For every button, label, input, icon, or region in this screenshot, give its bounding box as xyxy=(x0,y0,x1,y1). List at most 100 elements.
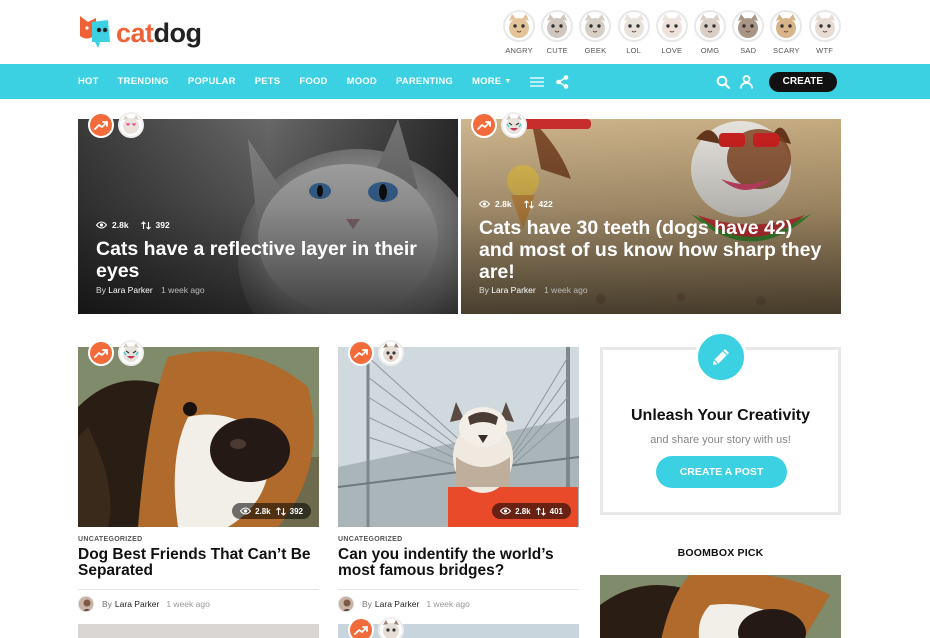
hero-post-1[interactable]: 2.8k 392 Cats have a reflective layer in… xyxy=(78,119,458,314)
reaction-label: SAD xyxy=(740,46,757,55)
beagle-closeup-photo: 2.8k 392 xyxy=(78,347,319,527)
nav-item-food[interactable]: FOOD xyxy=(299,76,327,87)
hero-post-title[interactable]: Cats have 30 teeth (dogs have 42) and mo… xyxy=(479,217,825,283)
post-card-2[interactable]: 2.8k 401 UNCATEGORIZED Can you indentify… xyxy=(338,347,579,612)
lol-cat-icon[interactable] xyxy=(501,112,527,138)
nav-item-hot[interactable]: HOT xyxy=(78,76,99,87)
reaction-cute[interactable]: CUTE xyxy=(538,10,576,55)
reaction-label: LOVE xyxy=(661,46,683,55)
post-title[interactable]: Can you indentify the world’s most famou… xyxy=(338,547,579,579)
create-a-post-button[interactable]: CREATE A POST xyxy=(656,456,787,488)
cta-subtitle: and share your story with us! xyxy=(650,434,791,446)
nav-item-popular[interactable]: POPULAR xyxy=(188,76,236,87)
views-count: 2.8k xyxy=(515,506,531,516)
post-stats: 2.8k 392 xyxy=(96,220,182,230)
author-avatar[interactable] xyxy=(78,596,94,612)
post-meta: By Lara Parker 1 week ago xyxy=(338,596,579,612)
post-meta: By Lara Parker 1 week ago xyxy=(479,285,588,295)
lol-cat-icon[interactable] xyxy=(118,340,144,366)
post-card-1[interactable]: 2.8k 392 UNCATEGORIZED Dog Best Friends … xyxy=(78,347,319,612)
shares-count: 422 xyxy=(538,199,553,209)
reaction-scary[interactable]: SCARY xyxy=(767,10,805,55)
by-label: By xyxy=(96,285,106,295)
love-cat-icon[interactable] xyxy=(118,112,144,138)
post-meta: By Lara Parker 1 week ago xyxy=(78,596,319,612)
reaction-lol[interactable]: LOL xyxy=(615,10,653,55)
post-time: 1 week ago xyxy=(161,285,205,295)
trending-badge-icon[interactable] xyxy=(88,340,114,366)
logo-text-dog: dog xyxy=(153,17,202,48)
trending-badge-icon[interactable] xyxy=(471,112,497,138)
omg-cat-icon xyxy=(694,10,727,42)
shares-count: 392 xyxy=(289,506,303,516)
author-link[interactable]: Lara Parker xyxy=(115,599,159,609)
site-logo[interactable]: catdog xyxy=(78,12,202,48)
post-stats: 2.8k 392 xyxy=(232,503,311,519)
pencil-icon[interactable] xyxy=(695,331,747,383)
nav-item-mood[interactable]: MOOD xyxy=(347,76,377,87)
shares-arrows-icon xyxy=(535,506,546,516)
cat-on-bridge-photo: 2.8k 401 xyxy=(338,347,579,527)
hero-post-2[interactable]: 2.8k 422 Cats have 30 teeth (dogs have 4… xyxy=(461,119,841,314)
shares-count: 401 xyxy=(549,506,563,516)
reaction-love[interactable]: LOVE xyxy=(653,10,691,55)
eye-views-icon xyxy=(479,200,490,208)
by-label: By xyxy=(362,599,372,609)
eye-views-icon xyxy=(96,221,107,229)
share-icon[interactable] xyxy=(556,74,569,89)
reaction-label: SCARY xyxy=(773,46,800,55)
create-post-widget: Unleash Your Creativity and share your s… xyxy=(600,331,841,515)
author-link[interactable]: Lara Parker xyxy=(108,285,152,295)
hamburger-menu-icon[interactable] xyxy=(530,76,545,88)
post-meta: By Lara Parker 1 week ago xyxy=(96,285,205,295)
post-title[interactable]: Dog Best Friends That Can’t Be Separated xyxy=(78,547,319,579)
boombox-pick-heading: BOOMBOX PICK xyxy=(677,547,764,559)
trending-badge-icon[interactable] xyxy=(88,112,114,138)
author-avatar[interactable] xyxy=(338,596,354,612)
boombox-pick-photo[interactable] xyxy=(600,575,841,638)
next-post-image-2[interactable] xyxy=(338,624,579,638)
catdog-logo-icon xyxy=(78,12,112,48)
reaction-omg[interactable]: OMG xyxy=(691,10,729,55)
angry-cat-icon xyxy=(503,10,536,42)
search-icon[interactable] xyxy=(716,75,730,89)
shares-count: 392 xyxy=(155,220,170,230)
cta-title: Unleash Your Creativity xyxy=(630,407,811,424)
post-time: 1 week ago xyxy=(166,599,210,609)
user-account-icon[interactable] xyxy=(739,75,753,89)
views-count: 2.8k xyxy=(112,220,129,230)
nav-more-dropdown[interactable]: MORE ▼ xyxy=(472,76,511,87)
nav-item-trending[interactable]: TRENDING xyxy=(118,76,169,87)
reaction-wtf[interactable]: WTF xyxy=(806,10,844,55)
lol-cat-icon xyxy=(617,10,650,42)
geek-cat-icon xyxy=(579,10,612,42)
shares-arrows-icon xyxy=(275,506,286,516)
main-nav: HOT TRENDING POPULAR PETS FOOD MOOD PARE… xyxy=(0,64,930,99)
omg-cat-icon[interactable] xyxy=(378,617,404,638)
logo-text-cat: cat xyxy=(116,17,154,48)
next-post-image-1[interactable] xyxy=(78,624,319,638)
nav-more-label: MORE xyxy=(472,76,502,87)
nav-item-parenting[interactable]: PARENTING xyxy=(396,76,453,87)
author-link[interactable]: Lara Parker xyxy=(375,599,419,609)
shares-arrows-icon xyxy=(140,220,151,230)
reaction-angry[interactable]: ANGRY xyxy=(500,10,538,55)
trending-badge-icon[interactable] xyxy=(348,340,374,366)
post-time: 1 week ago xyxy=(426,599,470,609)
trending-badge-icon[interactable] xyxy=(348,617,374,638)
reaction-sad[interactable]: SAD xyxy=(729,10,767,55)
cute-cat-icon xyxy=(541,10,574,42)
author-link[interactable]: Lara Parker xyxy=(491,285,535,295)
reaction-bar: ANGRY CUTE GEEK LOL LOVE OMG SAD SCARY WTF xyxy=(500,10,844,55)
wtf-cat-icon xyxy=(808,10,841,42)
create-button[interactable]: CREATE xyxy=(768,72,837,92)
scary-cat-icon xyxy=(770,10,803,42)
sad-cat-icon xyxy=(732,10,765,42)
omg-cat-icon[interactable] xyxy=(378,340,404,366)
category-link[interactable]: UNCATEGORIZED xyxy=(338,536,579,543)
nav-item-pets[interactable]: PETS xyxy=(255,76,281,87)
hero-post-title[interactable]: Cats have a reflective layer in their ey… xyxy=(96,238,442,282)
post-time: 1 week ago xyxy=(544,285,588,295)
reaction-geek[interactable]: GEEK xyxy=(576,10,614,55)
category-link[interactable]: UNCATEGORIZED xyxy=(78,536,319,543)
